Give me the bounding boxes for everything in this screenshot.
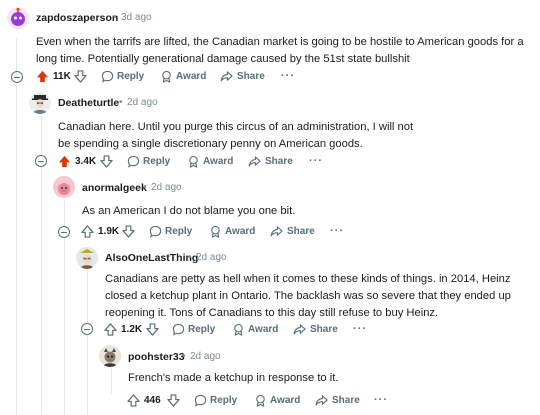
reply-icon[interactable]	[193, 393, 207, 407]
award-icon[interactable]	[231, 322, 245, 336]
more-options-button[interactable]: ···	[330, 225, 344, 237]
reply-icon[interactable]	[100, 69, 114, 83]
thread-line[interactable]	[64, 200, 65, 226]
more-options-button[interactable]: ···	[374, 394, 388, 406]
downvote-icon[interactable]	[99, 154, 113, 168]
avatar[interactable]	[76, 247, 98, 269]
upvote-icon[interactable]	[80, 224, 94, 238]
award-icon[interactable]	[186, 154, 200, 168]
reply-button[interactable]: Reply	[188, 324, 215, 335]
thread-line[interactable]	[64, 238, 65, 415]
share-button[interactable]: Share	[265, 156, 293, 167]
separator-dot: •	[113, 12, 117, 23]
vote-count: 11K	[53, 71, 71, 82]
thread-line[interactable]	[111, 368, 112, 394]
reply-icon[interactable]	[148, 224, 162, 238]
thread-line[interactable]	[87, 334, 88, 415]
share-icon[interactable]	[219, 69, 233, 83]
share-button[interactable]: Share	[287, 226, 315, 237]
comment-timestamp[interactable]: 2d ago	[190, 351, 221, 362]
comment-author[interactable]: zapdoszaperson	[36, 12, 118, 24]
thread-line[interactable]	[16, 86, 17, 415]
upvote-icon[interactable]	[35, 69, 49, 83]
award-button[interactable]: Award	[248, 324, 278, 335]
award-button[interactable]: Award	[270, 395, 300, 406]
avatar[interactable]	[99, 345, 121, 367]
collapse-button[interactable]	[35, 155, 47, 167]
downvote-icon[interactable]	[166, 393, 180, 407]
award-button[interactable]: Award	[176, 71, 206, 82]
award-icon[interactable]	[253, 393, 267, 407]
downvote-icon[interactable]	[121, 224, 135, 238]
vote-count: 446	[144, 395, 161, 406]
more-options-button[interactable]: ···	[353, 323, 367, 335]
separator-dot: •	[188, 252, 192, 263]
separator-dot: •	[143, 182, 147, 193]
collapse-button[interactable]	[81, 323, 93, 335]
comment-timestamp[interactable]: 2d ago	[127, 97, 158, 108]
comment-body: As an American I do not blame you one bi…	[82, 205, 296, 217]
upvote-icon[interactable]	[103, 322, 117, 336]
award-icon[interactable]	[159, 69, 173, 83]
comment-author[interactable]: anormalgeek	[82, 182, 147, 194]
comment-timestamp[interactable]: 2d ago	[196, 252, 227, 263]
comment-timestamp[interactable]: 2d ago	[151, 182, 182, 193]
reply-icon[interactable]	[126, 154, 140, 168]
more-options-button[interactable]: ···	[309, 155, 323, 167]
separator-dot: •	[182, 351, 186, 362]
separator-dot: •	[119, 97, 123, 108]
vote-count: 1.9K	[98, 226, 120, 237]
collapse-button[interactable]	[11, 71, 23, 83]
share-button[interactable]: Share	[237, 71, 265, 82]
vote-count: 3.4K	[75, 156, 97, 167]
share-button[interactable]: Share	[332, 395, 360, 406]
comment-author[interactable]: AlsoOneLastThing	[105, 252, 198, 264]
share-icon[interactable]	[314, 393, 328, 407]
reply-button[interactable]: Reply	[117, 71, 144, 82]
avatar[interactable]	[29, 92, 51, 114]
share-icon[interactable]	[247, 154, 261, 168]
comment-timestamp[interactable]: 3d ago	[121, 12, 152, 23]
upvote-icon[interactable]	[126, 393, 140, 407]
comment-body: Even when the tarrifs are lifted, the Ca…	[36, 36, 524, 65]
downvote-icon[interactable]	[145, 322, 159, 336]
award-button[interactable]: Award	[203, 156, 233, 167]
share-icon[interactable]	[269, 224, 283, 238]
award-icon[interactable]	[208, 224, 222, 238]
thread-line[interactable]	[41, 166, 42, 415]
comment-body: French's made a ketchup in response to i…	[128, 372, 339, 384]
reply-button[interactable]: Reply	[210, 395, 237, 406]
upvote-icon[interactable]	[57, 154, 71, 168]
thread-line[interactable]	[87, 270, 88, 323]
collapse-button[interactable]	[58, 226, 70, 238]
share-button[interactable]: Share	[310, 324, 338, 335]
vote-count: 1.2K	[121, 324, 143, 335]
comment-author[interactable]: Deatheturtle	[58, 97, 119, 109]
reply-button[interactable]: Reply	[143, 156, 170, 167]
thread-line[interactable]	[41, 116, 42, 156]
comment-body: Canadians are petty as hell when it come…	[105, 273, 511, 319]
reply-icon[interactable]	[171, 322, 185, 336]
award-button[interactable]: Award	[225, 226, 255, 237]
more-options-button[interactable]: ···	[281, 70, 295, 82]
avatar[interactable]	[7, 7, 29, 29]
comment-author[interactable]: poohster33	[128, 351, 185, 363]
reply-button[interactable]: Reply	[165, 226, 192, 237]
comment-body: Canadian here. Until you purge this circ…	[58, 121, 414, 150]
downvote-icon[interactable]	[73, 69, 87, 83]
avatar[interactable]	[53, 176, 75, 198]
share-icon[interactable]	[292, 322, 306, 336]
